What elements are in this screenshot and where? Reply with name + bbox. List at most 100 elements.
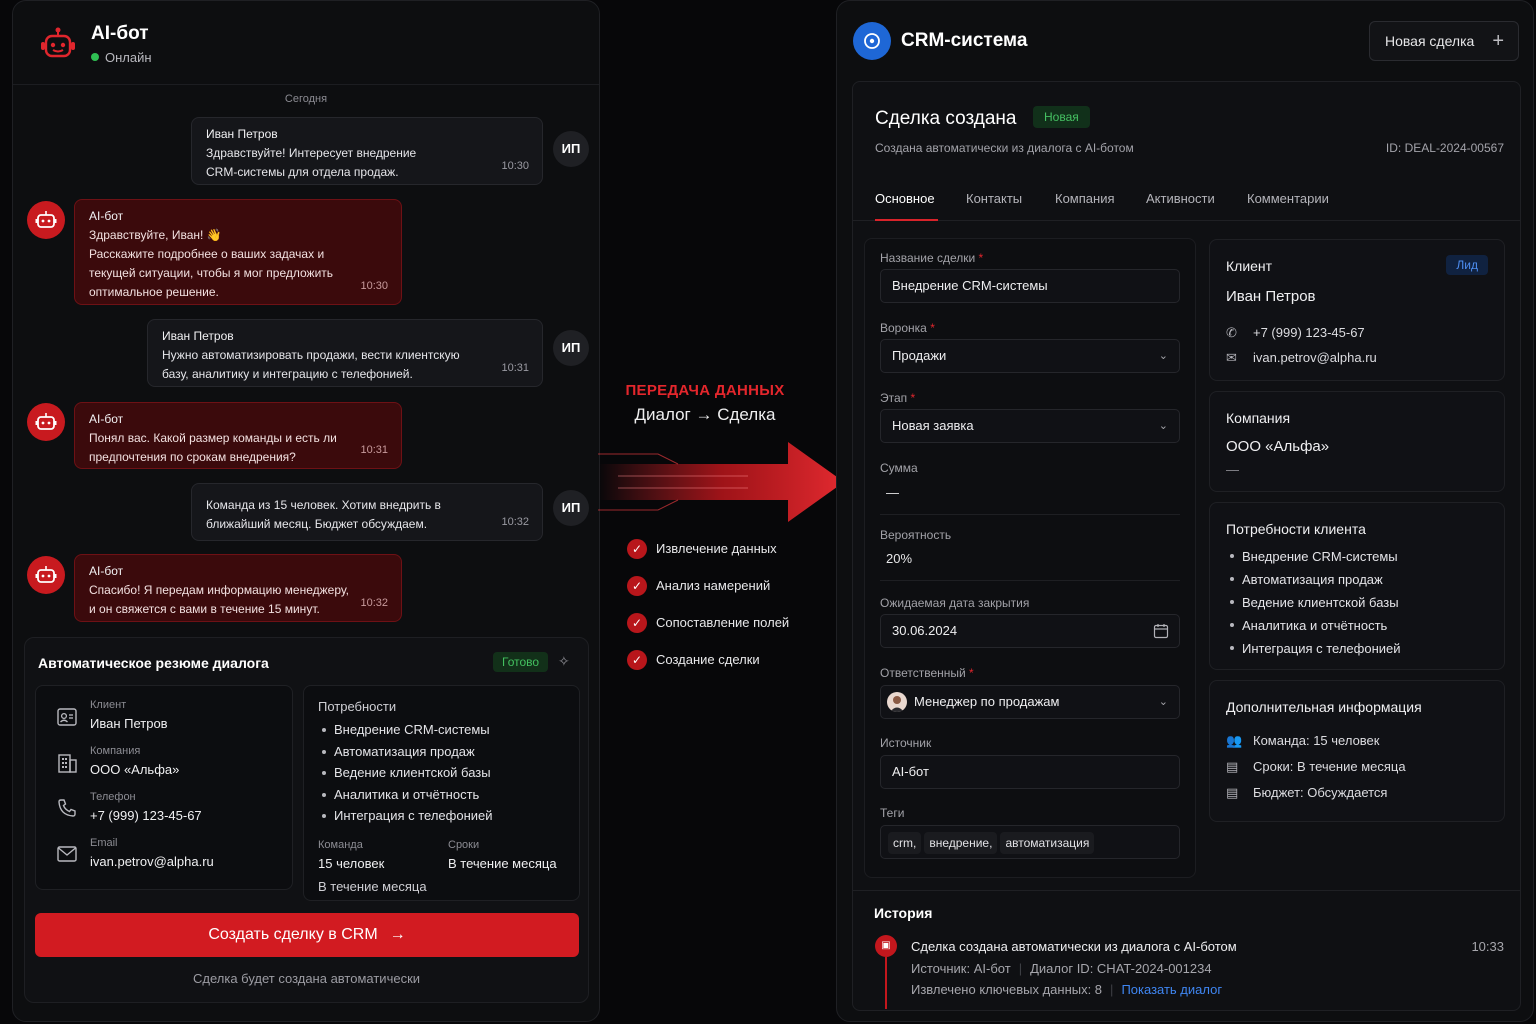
- user-message: Команда из 15 человек. Хотим внедрить в …: [191, 483, 543, 541]
- user-avatar: ИП: [553, 131, 589, 167]
- chat-panel: AI-бот Онлайн Сегодня Иван Петров Здравс…: [12, 0, 600, 1022]
- message-line: CRM-системы для отдела продаж.: [206, 165, 399, 179]
- extra-info-item: 👥 Команда: 15 человек: [1226, 733, 1380, 748]
- source-input[interactable]: AI-бот: [880, 755, 1180, 789]
- crm-panel: CRM-система Новая сделка + Сделка создана…: [836, 0, 1534, 1022]
- client-card: Клиент Лид Иван Петров ✆ +7 (999) 123-45-…: [1209, 239, 1505, 381]
- tag-chip[interactable]: crm,: [888, 832, 922, 854]
- step-item: ✓ Извлечение данных: [627, 538, 789, 575]
- owner-select[interactable]: Менеджер по продажам ⌄: [880, 685, 1180, 719]
- tab-company[interactable]: Компания: [1055, 191, 1115, 206]
- extra-info-card: Дополнительная информация 👥 Команда: 15 ч…: [1209, 680, 1505, 822]
- robot-icon: [35, 211, 57, 228]
- email-label: Email: [90, 837, 118, 849]
- funnel-select[interactable]: Продажи ⌄: [880, 339, 1180, 373]
- building-icon: [58, 754, 77, 773]
- extra-info-item: ▤ Сроки: В течение месяца: [1226, 759, 1406, 774]
- history-event-text: Сделка создана автоматически из диалога …: [911, 939, 1237, 954]
- deal-title: Сделка создана: [875, 108, 1017, 129]
- message-line: предпочтения по срокам внедрения?: [89, 450, 296, 464]
- tab-comments[interactable]: Комментарии: [1247, 191, 1329, 206]
- mail-icon: ✉: [1226, 350, 1237, 365]
- tab-main[interactable]: Основное: [875, 191, 935, 206]
- deal-form: Название сделки * Внедрение CRM-системы …: [864, 238, 1196, 878]
- user-avatar: ИП: [553, 330, 589, 366]
- status-badge: Готово: [493, 652, 549, 672]
- history-section: История ▣ Сделка создана автоматически и…: [853, 890, 1520, 1012]
- deal-subtitle: Создана автоматически из диалога с AI-бо…: [875, 141, 1134, 155]
- deal-card: Сделка создана Новая Создана автоматичес…: [852, 81, 1521, 1011]
- create-deal-button[interactable]: Создать сделку в CRM →: [35, 913, 579, 957]
- list-item: Аналитика и отчётность: [318, 784, 493, 806]
- active-tab-indicator: [875, 219, 938, 221]
- probability-field[interactable]: 20%: [880, 551, 1180, 581]
- message-time: 10:31: [501, 362, 529, 374]
- company-label: Компания: [90, 745, 141, 757]
- history-event-meta: Источник: AI-бот | Диалог ID: CHAT-2024-00…: [911, 961, 1212, 976]
- transfer-steps: ✓ Извлечение данных ✓ Анализ намерений ✓ Со…: [627, 538, 789, 686]
- bot-avatar: [27, 556, 65, 594]
- client-label: Клиент: [90, 699, 127, 711]
- needs-card-title: Потребности клиента: [1226, 521, 1366, 537]
- new-deal-label: Новая сделка: [1385, 33, 1475, 49]
- transfer-subtitle: Диалог → Сделка: [634, 405, 776, 424]
- user-avatar: ИП: [553, 490, 589, 526]
- needs-list: Внедрение CRM-системы Автоматизация прод…: [318, 719, 493, 827]
- show-dialog-link[interactable]: Показать диалог: [1121, 982, 1222, 997]
- message-line: ближайший месяц. Бюджет обсуждаем.: [206, 517, 428, 531]
- chevron-down-icon: ⌄: [1158, 420, 1168, 432]
- calendar-icon[interactable]: [1153, 623, 1169, 639]
- list-item: Внедрение CRM-системы: [1226, 545, 1401, 568]
- bot-avatar: [27, 403, 65, 441]
- sparkle-icon[interactable]: ✧: [558, 653, 570, 670]
- company-card-title: Компания: [1226, 410, 1291, 426]
- tab-activities[interactable]: Активности: [1146, 191, 1215, 206]
- client-phone[interactable]: ✆ +7 (999) 123-45-67: [1226, 325, 1365, 341]
- stage-label: Этап *: [880, 391, 916, 405]
- owner-label: Ответственный *: [880, 666, 974, 680]
- deal-tabs: Основное Контакты Компания Активности Ко…: [853, 177, 1520, 221]
- step-item: ✓ Сопоставление полей: [627, 612, 789, 649]
- deal-id: ID: DEAL-2024-00567: [1385, 141, 1504, 155]
- contact-card-icon: [57, 708, 77, 726]
- list-item: Интеграция с телефонией: [318, 805, 493, 827]
- new-deal-button[interactable]: Новая сделка +: [1369, 21, 1519, 61]
- user-message: Иван Петров Нужно автоматизировать прода…: [147, 319, 543, 387]
- message-line: Здравствуйте, Иван! 👋: [89, 228, 222, 242]
- chevron-down-icon: ⌄: [1158, 696, 1168, 708]
- tags-input[interactable]: crm, внедрение, автоматизация: [880, 825, 1180, 859]
- mail-icon: [57, 846, 77, 862]
- tag-chip[interactable]: автоматизация: [1000, 832, 1095, 854]
- client-card-title: Клиент: [1226, 258, 1273, 274]
- user-message: Иван Петров Здравствуйте! Интересует вне…: [191, 117, 543, 185]
- list-item: Автоматизация продаж: [1226, 568, 1401, 591]
- check-icon: ✓: [627, 539, 647, 559]
- amount-label: Сумма: [880, 461, 918, 475]
- message-line: Понял вас. Какой размер команды и есть л…: [89, 431, 337, 445]
- bot-message: AI-бот Спасибо! Я передам информацию мен…: [74, 554, 402, 622]
- message-time: 10:30: [501, 160, 529, 172]
- terms-value: В течение месяца: [448, 856, 557, 871]
- deal-name-input[interactable]: Внедрение CRM-системы: [880, 269, 1180, 303]
- tab-contacts[interactable]: Контакты: [966, 191, 1022, 206]
- close-date-label: Ожидаемая дата закрытия: [880, 596, 1030, 610]
- client-email[interactable]: ✉ ivan.petrov@alpha.ru: [1226, 350, 1377, 366]
- dialog-summary-card: Автоматическое резюме диалога Готово ✧ К…: [24, 637, 589, 1003]
- message-time: 10:32: [501, 516, 529, 528]
- summary-title: Автоматическое резюме диалога: [38, 655, 269, 671]
- amount-field[interactable]: —: [880, 485, 1180, 515]
- crm-title: CRM-система: [901, 30, 1028, 51]
- stage-select[interactable]: Новая заявка ⌄: [880, 409, 1180, 443]
- list-item: Интеграция с телефонией: [1226, 637, 1401, 660]
- terms-label: Сроки: [448, 839, 480, 851]
- list-item: Внедрение CRM-системы: [318, 719, 493, 741]
- list-item: Ведение клиентской базы: [318, 762, 493, 784]
- close-date-input[interactable]: 30.06.2024: [880, 614, 1180, 648]
- chat-title: AI-бот: [91, 23, 149, 44]
- tag-chip[interactable]: внедрение,: [924, 832, 998, 854]
- message-line: базу, аналитику и интеграцию с телефоние…: [162, 367, 413, 381]
- history-event-meta: Извлечено ключевых данных: 8 | Показать ди…: [911, 982, 1223, 997]
- contact-summary: Клиент Иван Петров Компания ООО «Альфа» …: [35, 685, 293, 890]
- message-line: Нужно автоматизировать продажи, вести кл…: [162, 348, 460, 362]
- funnel-label: Воронка *: [880, 321, 935, 335]
